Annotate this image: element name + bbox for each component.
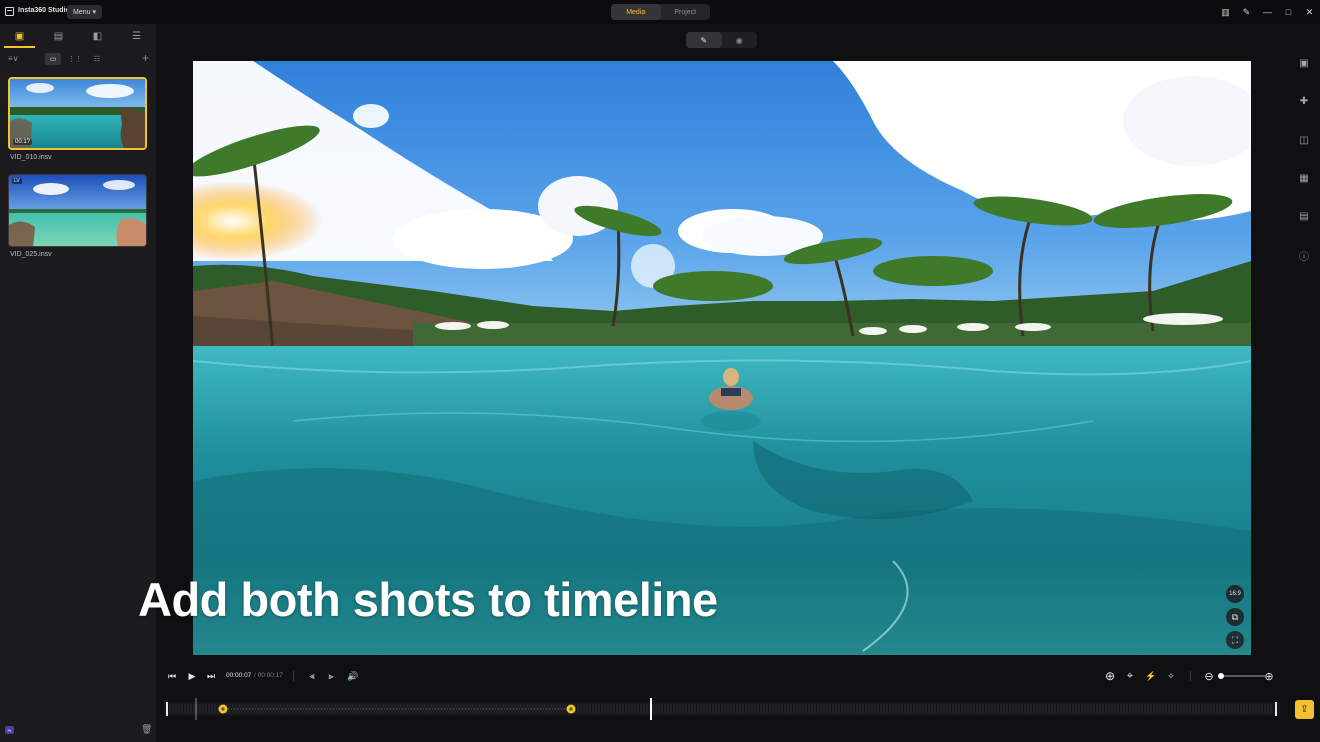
ai-track-icon[interactable]: ✧ [1163,668,1179,684]
media-thumbnail[interactable]: LV [8,174,147,247]
media-panel-tabs: ▣ ▤ ◧ ☰ [0,24,156,48]
grid-icon[interactable]: ▦ [1295,169,1313,187]
view-large-icon[interactable]: ▭ [45,53,61,65]
media-toolbar: ≡∨ ▭ ⋮⋮ ☷ + [0,50,156,68]
play-icon[interactable]: ▶ [184,668,200,684]
clip-filename: VID_025.insv [10,251,52,258]
import-icon[interactable]: ◧ [78,24,117,48]
add-media-icon[interactable]: + [142,51,149,65]
fullscreen-icon[interactable]: ⛶ [1226,631,1244,649]
media-library-icon[interactable]: ▣ [0,24,39,48]
feedback-icon[interactable]: ✎ [1236,0,1257,24]
speed-icon[interactable]: ⚡ [1143,668,1159,684]
preview-mode-icon[interactable]: ◉ [722,32,758,48]
tab-media[interactable]: Media [611,4,661,20]
view-grid-icon[interactable]: ⋮⋮ [67,53,83,65]
preview-mode-switch: ✎ ◉ [686,32,757,48]
camera-icon[interactable]: ◫ [1295,131,1313,149]
volume-icon[interactable]: 🔊 [345,668,361,684]
app-name: Insta360 Studio [18,7,70,14]
menu-label: Menu [72,8,91,16]
timeline-track [164,698,1280,720]
chevron-down-icon: ▾ [92,9,97,16]
view-list-icon[interactable]: ☷ [89,53,105,65]
media-thumbnail[interactable]: 00:1? [8,77,147,150]
layout-icon[interactable]: ▥ [1215,0,1236,24]
timeline[interactable] [164,698,1280,720]
current-time: 00:00:07 [226,672,252,679]
clip-duration: 00:1? [13,139,33,145]
video-frame [193,61,1251,655]
window-controls: ▥ ✎ — □ ✕ [1215,0,1320,24]
notes-icon[interactable]: ☰ [117,24,156,48]
zoom-out-icon[interactable]: ⊖ [1201,668,1217,684]
clip-filename: VID_010.insv [10,154,52,161]
thumbnail-image [9,175,146,246]
video-preview[interactable]: 16:9 ⧉ ⛶ [193,61,1251,655]
export-button[interactable]: ⇪ [1295,700,1314,719]
close-button[interactable]: ✕ [1299,0,1320,24]
divider [1190,671,1191,681]
media-panel: ▣ ▤ ◧ ☰ ≡∨ ▭ ⋮⋮ ☷ + 00:1? VID_010.insv L… [0,24,156,742]
aspect-ratio-button[interactable]: 16:9 [1226,585,1244,603]
menu-button[interactable]: Menu ▾ [67,5,102,19]
trim-end-icon[interactable]: ⫸ [323,668,339,684]
info-icon[interactable]: ⓘ [1295,246,1313,264]
zoom-in-icon[interactable]: ⊕ [1261,668,1277,684]
zoom-slider-handle[interactable] [1218,673,1224,679]
previous-frame-icon[interactable]: ⏮ [164,668,180,684]
clip-badge: LV [12,178,22,184]
layers-icon[interactable]: ▤ [1295,207,1313,225]
plugin-icon[interactable]: ✚ [1295,92,1313,110]
folder-icon[interactable]: ▤ [39,24,78,48]
edit-mode-icon[interactable]: ✎ [686,32,722,48]
tab-project[interactable]: Project [661,4,711,20]
playback-controls: ⏮ ▶ ⏭ 00:00:07 / 00:00:17 ⫷ ⫸ 🔊 ⊕ ⌖ ⚡ ✧ … [156,664,1320,688]
tutorial-caption: Add both shots to timeline [138,573,718,626]
mode-switch: Media Project [611,4,710,20]
app-logo-icon [5,7,14,16]
deep-track-icon[interactable]: ⌖ [1122,668,1138,684]
pip-icon[interactable]: ⧉ [1226,608,1244,626]
minimize-button[interactable]: — [1257,0,1278,24]
trim-start-icon[interactable]: ⫷ [304,668,320,684]
maximize-button[interactable]: □ [1278,0,1299,24]
frame-icon[interactable]: ▣ [1295,54,1313,72]
total-time: / 00:00:17 [254,672,283,679]
trash-icon[interactable]: 🗑 [141,724,152,735]
sort-icon[interactable]: ≡∨ [8,54,19,63]
preview-area: ✎ ◉ 16:9 ⧉ ⛶ ▣ ✚ ◫ ▦ ▤ ⓘ ⏮ ▶ ⏭ 00:00:07 … [138,24,1320,742]
next-frame-icon[interactable]: ⏭ [203,668,219,684]
divider [293,671,294,681]
title-bar: Insta360 Studio Menu ▾ Media Project ▥ ✎… [0,0,1320,24]
add-keyframe-icon[interactable]: ⊕ [1102,668,1118,684]
zoom-slider-track[interactable] [1220,675,1265,677]
premiere-badge-icon[interactable]: Pr [5,726,14,734]
